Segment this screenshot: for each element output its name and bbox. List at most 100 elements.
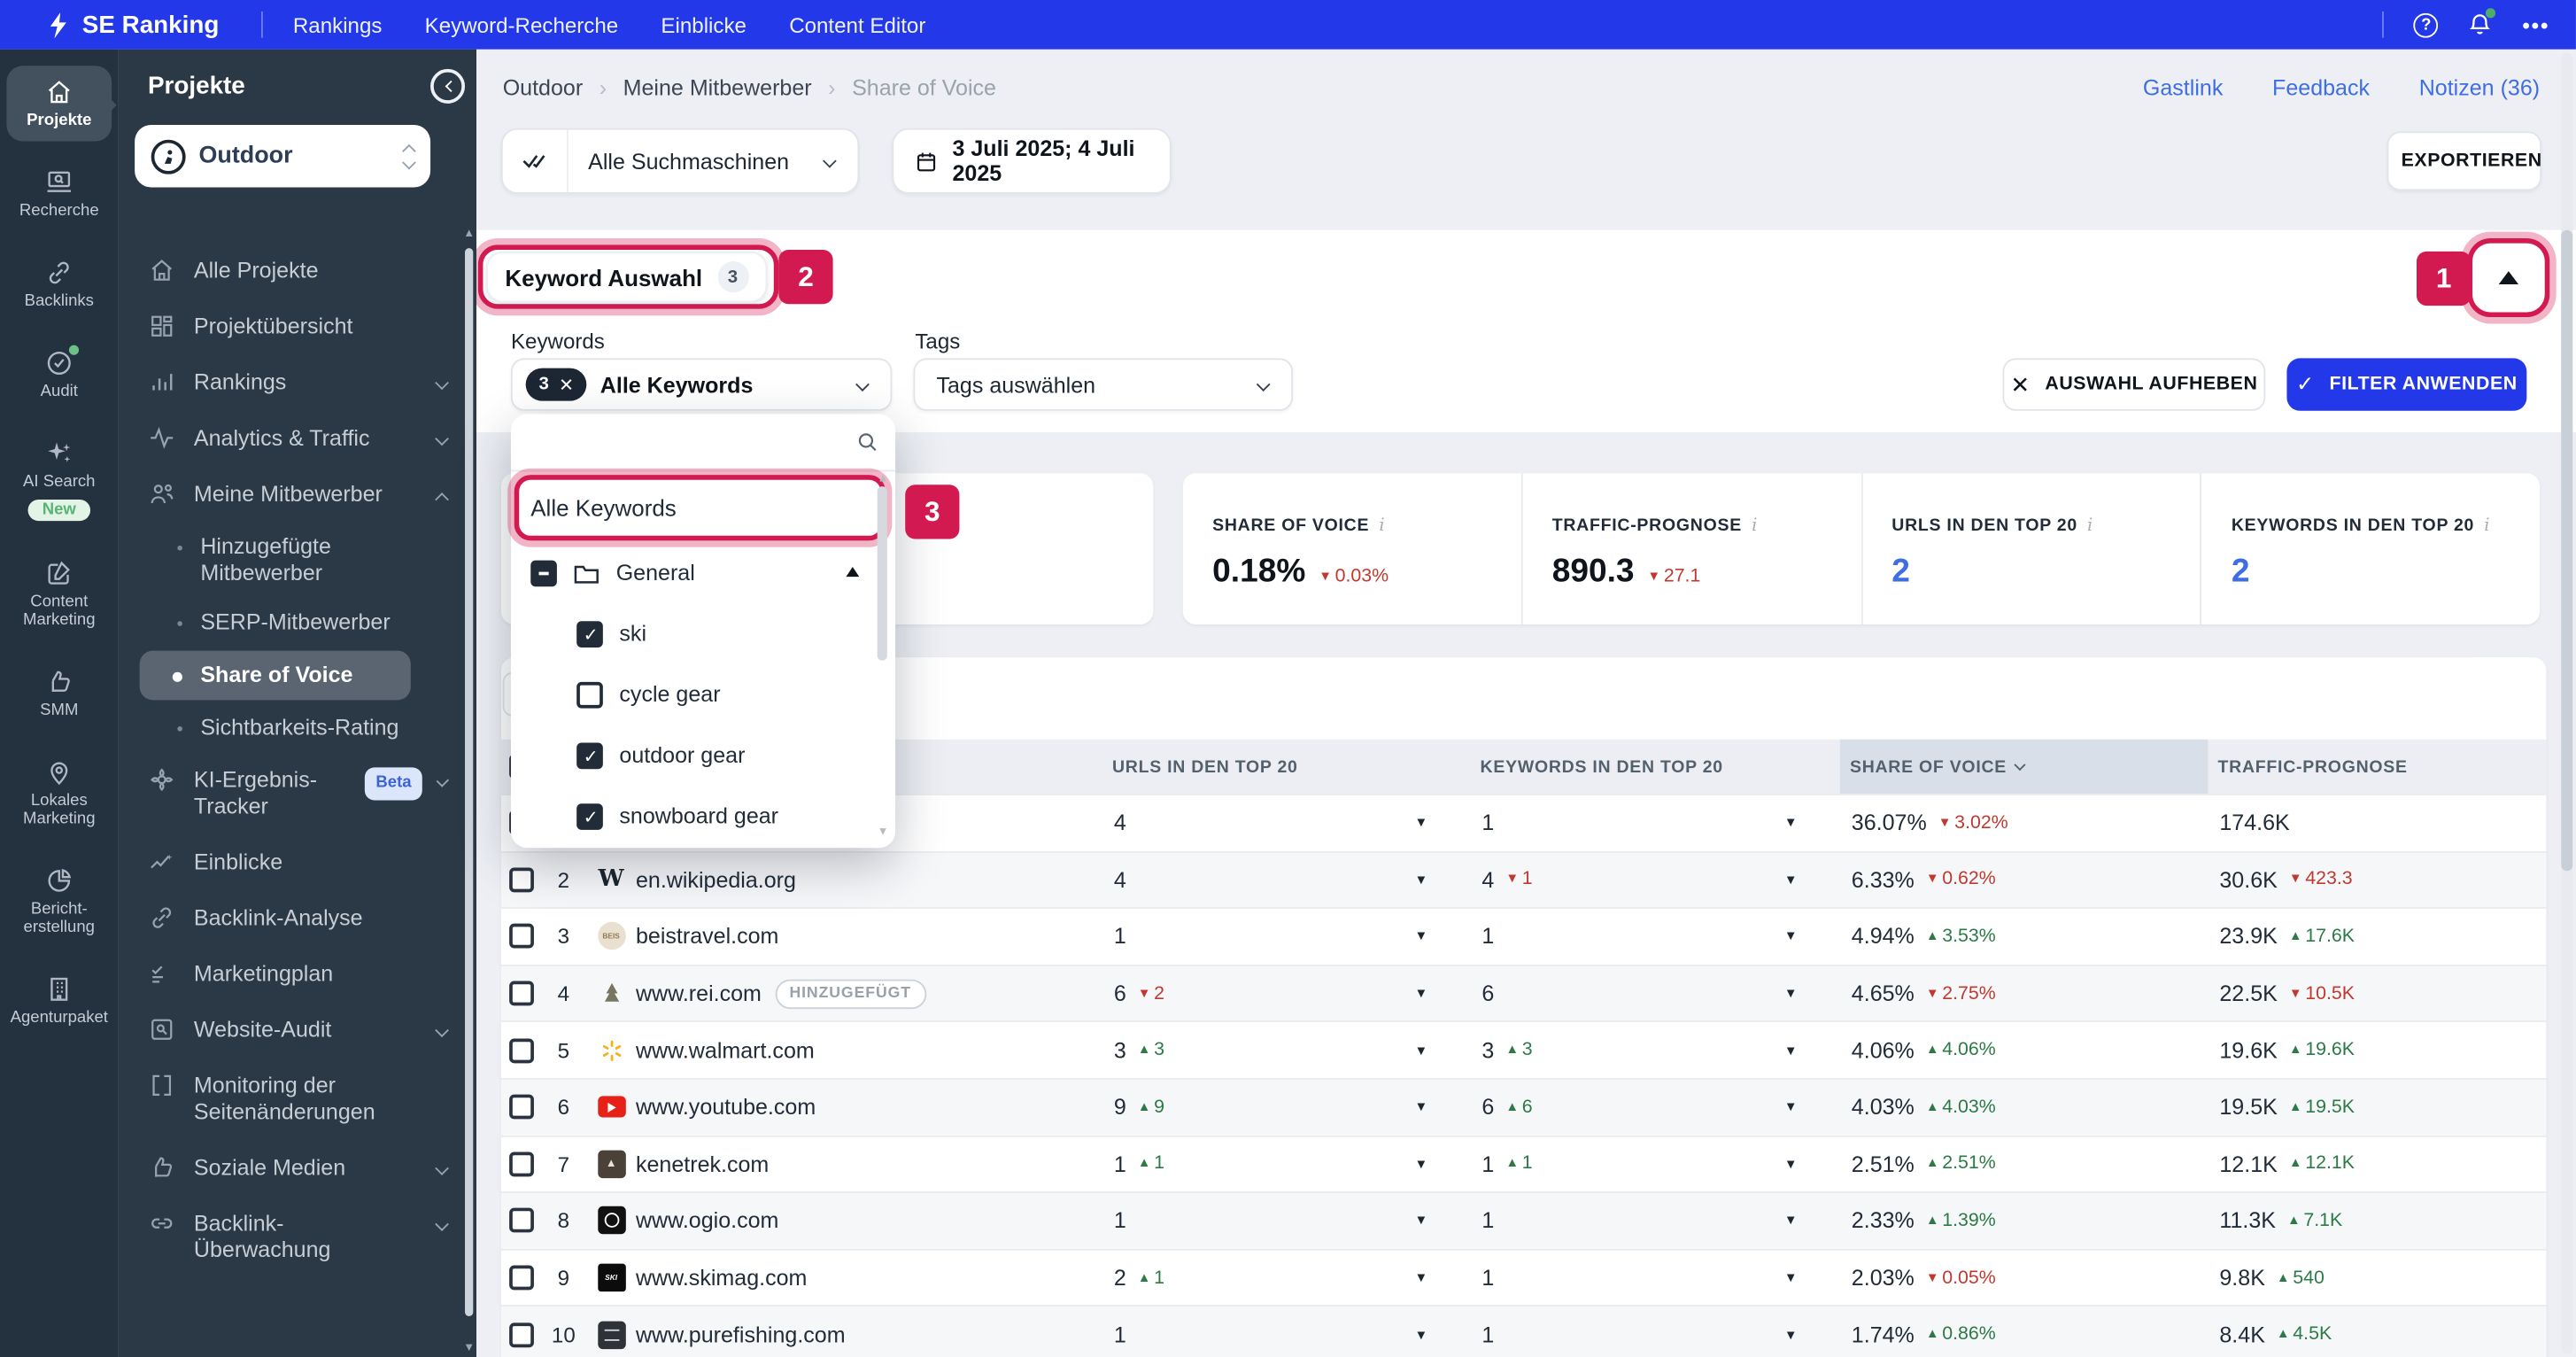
sidebar-subitem-serp-mitbewerber[interactable]: SERP-Mitbewerber [119, 598, 467, 647]
rail-item-recherche[interactable]: Recherche [6, 156, 112, 231]
sidebar-item-website-audit[interactable]: Website-Audit [119, 1003, 467, 1058]
rail-item-berichterstellung[interactable]: Bericht-erstellung [6, 855, 112, 949]
notifications-bell-icon[interactable] [2468, 8, 2496, 38]
panel-collapse-button[interactable] [2480, 251, 2537, 305]
row-checkbox[interactable] [509, 1265, 534, 1291]
col-header-traffic[interactable]: TRAFFIC-PROGNOSE [2208, 740, 2546, 794]
cell-dropdown-caret[interactable]: ▼ [1414, 929, 1427, 944]
apply-filter-button[interactable]: ✓ FILTER ANWENDEN [2286, 358, 2527, 411]
cell-dropdown-caret[interactable]: ▼ [1784, 872, 1798, 888]
checkbox-checked[interactable] [576, 803, 603, 829]
row-checkbox[interactable] [509, 1208, 534, 1234]
nav-keyword-recherche[interactable]: Keyword-Recherche [425, 12, 619, 37]
checkbox-checked[interactable] [576, 620, 603, 647]
nav-content-editor[interactable]: Content Editor [789, 12, 925, 37]
sidebar-subitem-hinzugefuegte-mitbewerber[interactable]: Hinzugefügte Mitbewerber [119, 523, 467, 598]
cell-dropdown-caret[interactable]: ▼ [1414, 1214, 1427, 1229]
cell-dropdown-caret[interactable]: ▼ [1784, 1100, 1798, 1115]
sidebar-item-marketingplan[interactable]: Marketingplan [119, 947, 467, 1003]
row-checkbox[interactable] [509, 1095, 534, 1120]
notizen-link[interactable]: Notizen (36) [2419, 75, 2540, 100]
rail-item-backlinks[interactable]: Backlinks [6, 246, 112, 322]
page-scrollbar[interactable] [2561, 52, 2573, 1354]
breadcrumb-outdoor[interactable]: Outdoor [503, 75, 583, 100]
cell-dropdown-caret[interactable]: ▼ [1784, 816, 1798, 831]
scroll-down-arrow[interactable]: ▼ [878, 826, 889, 838]
info-icon[interactable]: i [1752, 516, 1757, 536]
cell-dropdown-caret[interactable]: ▼ [1414, 1100, 1427, 1115]
table-row[interactable]: 7 kenetrek.com 11▼ 11▼ 2.51%2.51% 12.1K1… [500, 1135, 2547, 1192]
keyword-item-outdoor-gear[interactable]: outdoor gear [511, 725, 895, 786]
brand-logo[interactable]: SE Ranking [46, 11, 219, 39]
col-header-sov[interactable]: SHARE OF VOICE [1839, 739, 2209, 795]
table-row[interactable]: 3 BEIS beistravel.com 1▼ 1▼ 4.94%3.53% 2… [500, 907, 2547, 965]
sidebar-item-einblicke[interactable]: Einblicke [119, 834, 467, 890]
sidebar-item-rankings[interactable]: Rankings [119, 355, 467, 411]
info-icon[interactable]: i [2484, 516, 2489, 536]
sidebar-subitem-share-of-voice[interactable]: Share of Voice [139, 650, 411, 701]
tags-select[interactable]: Tags auswählen [913, 358, 1294, 411]
cell-dropdown-caret[interactable]: ▼ [1784, 1327, 1798, 1342]
group-checkbox-indeterminate[interactable] [530, 559, 557, 586]
keyword-search-input[interactable] [527, 430, 856, 454]
keyword-item-snowboard-gear[interactable]: snowboard gear [511, 786, 895, 847]
date-range-picker[interactable]: 3 Juli 2025; 4 Juli 2025 [892, 128, 1172, 194]
help-icon[interactable]: ? [2413, 12, 2439, 37]
rail-item-content-marketing[interactable]: Content Marketing [6, 547, 112, 641]
row-checkbox[interactable] [509, 981, 534, 1006]
nav-rankings[interactable]: Rankings [293, 12, 383, 37]
scroll-down-arrow[interactable]: ▼ [463, 1343, 475, 1354]
keyword-item-ski[interactable]: ski [511, 603, 895, 664]
keywords-select[interactable]: 3 ✕ Alle Keywords [510, 358, 893, 411]
table-row[interactable]: 8 www.ogio.com 1▼ 1▼ 2.33%1.39% 11.3K7.1… [500, 1191, 2547, 1249]
table-row[interactable]: 2 W en.wikipedia.org 4▼ 41▼ 6.33%0.62% 3… [500, 850, 2547, 908]
table-row[interactable]: 5 www.walmart.com 33▼ 33▼ 4.06%4.06% 19.… [500, 1020, 2547, 1078]
rail-item-ai-search[interactable]: AI Search New [6, 427, 112, 532]
project-selector[interactable]: Outdoor [135, 124, 431, 188]
row-checkbox[interactable] [509, 1037, 534, 1063]
cell-dropdown-caret[interactable]: ▼ [1414, 1327, 1427, 1342]
sidebar-item-soziale-medien[interactable]: Soziale Medien [119, 1141, 467, 1197]
rail-item-smm[interactable]: SMM [6, 655, 112, 731]
dropdown-scrollbar[interactable]: ▲ ▼ [877, 473, 889, 838]
sidebar-scrollbar[interactable] [465, 229, 474, 1357]
cell-dropdown-caret[interactable]: ▼ [1414, 816, 1427, 831]
sidebar-item-backlink-ueberwachung[interactable]: Backlink-Überwachung [119, 1197, 467, 1279]
gastlink-link[interactable]: Gastlink [2143, 75, 2223, 100]
sidebar-item-meine-mitbewerber[interactable]: Meine Mitbewerber [119, 467, 467, 523]
sidebar-item-projektuebersicht[interactable]: Projektübersicht [119, 299, 467, 355]
row-checkbox[interactable] [509, 867, 534, 893]
more-menu-icon[interactable]: ••• [2522, 12, 2549, 37]
checkbox-unchecked[interactable] [576, 680, 603, 708]
table-row[interactable]: 10 www.purefishing.com 1▼ 1▼ 1.74%0.86% … [500, 1305, 2547, 1357]
cell-dropdown-caret[interactable]: ▼ [1784, 929, 1798, 944]
sidebar-item-analytics-traffic[interactable]: Analytics & Traffic [119, 411, 467, 467]
cell-dropdown-caret[interactable]: ▼ [1414, 872, 1427, 888]
sidebar-collapse-button[interactable] [430, 68, 466, 104]
breadcrumb-meine-mitbewerber[interactable]: Meine Mitbewerber [623, 75, 812, 100]
scroll-up-arrow[interactable]: ▲ [878, 473, 889, 485]
row-checkbox[interactable] [509, 1152, 534, 1177]
col-header-urls[interactable]: URLS IN DEN TOP 20 [1102, 740, 1471, 794]
export-button[interactable]: EXPORTIEREN [2386, 131, 2541, 191]
cell-dropdown-caret[interactable]: ▼ [1784, 1270, 1798, 1285]
table-row[interactable]: 4 www.rei.comHINZUGEFÜGT 62▼ 6▼ 4.65%2.7… [500, 964, 2547, 1021]
keyword-auswahl-toggle[interactable]: Keyword Auswahl 3 [486, 251, 768, 303]
rail-item-projekte[interactable]: Projekte [6, 66, 117, 142]
sidebar-subitem-sichtbarkeits-rating[interactable]: Sichtbarkeits-Rating [119, 703, 467, 753]
cell-dropdown-caret[interactable]: ▼ [1414, 986, 1427, 1001]
clear-selection-button[interactable]: ✕ AUSWAHL AUFHEBEN [2002, 358, 2266, 411]
rail-item-audit[interactable]: Audit [6, 337, 112, 412]
info-icon[interactable]: i [1379, 516, 1384, 536]
cell-dropdown-caret[interactable]: ▼ [1784, 986, 1798, 1001]
keyword-item-cycle-gear[interactable]: cycle gear [511, 664, 895, 725]
cell-dropdown-caret[interactable]: ▼ [1784, 1043, 1798, 1058]
table-row[interactable]: 6 www.youtube.com 99▼ 66▼ 4.03%4.03% 19.… [500, 1077, 2547, 1136]
cell-dropdown-caret[interactable]: ▼ [1414, 1270, 1427, 1285]
feedback-link[interactable]: Feedback [2272, 75, 2370, 100]
sidebar-item-monitoring-seitenaenderungen[interactable]: Monitoring der Seitenänderungen [119, 1058, 467, 1141]
col-header-keywords[interactable]: KEYWORDS IN DEN TOP 20 [1470, 740, 1839, 794]
info-icon[interactable]: i [2087, 516, 2093, 536]
nav-einblicke[interactable]: Einblicke [661, 12, 746, 37]
search-engine-select[interactable]: Alle Suchmaschinen [500, 128, 860, 194]
